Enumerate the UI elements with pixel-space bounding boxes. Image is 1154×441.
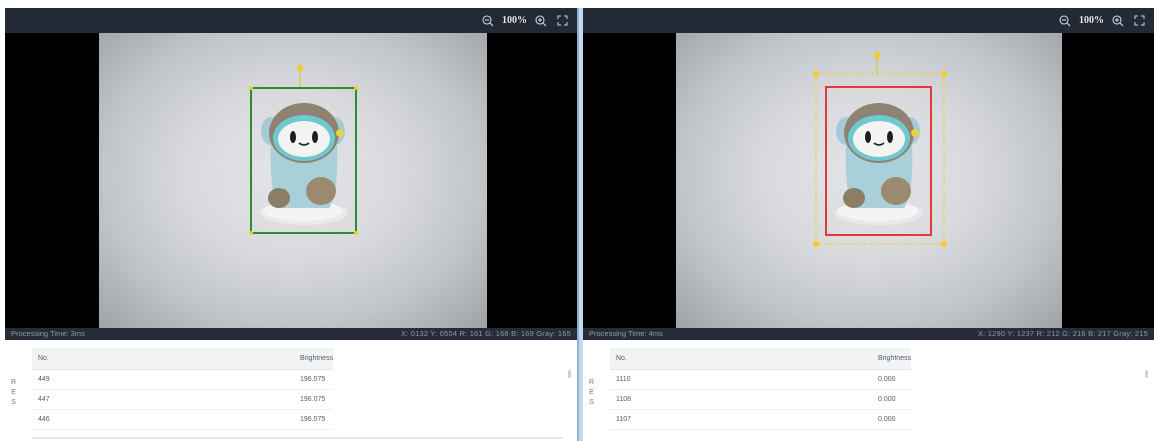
rotate-handle[interactable]	[874, 52, 880, 58]
column-header-brightness[interactable]: Brightness	[872, 348, 912, 370]
results-tab[interactable]: RES	[587, 378, 596, 408]
zoom-level: 100%	[502, 15, 527, 26]
cell-brightness: 0.000	[872, 369, 912, 390]
table-header-row: No. Brightness	[32, 348, 334, 370]
column-header-brightness[interactable]: Brightness	[294, 348, 334, 370]
right-image-viewer[interactable]	[583, 33, 1154, 328]
status-bar: Processing Time: 3ms X: 0132 Y: 0504 R: …	[5, 328, 577, 340]
cell-no: 446	[32, 409, 294, 430]
table-header-row: No. Brightness	[610, 348, 912, 370]
right-view-pane: 100% Processing Time: 4ms X: 1290 Y: 123…	[583, 8, 1154, 441]
zoom-in-icon[interactable]	[1111, 14, 1125, 28]
captured-image	[99, 33, 487, 328]
left-image-viewer[interactable]	[5, 33, 577, 328]
results-tab[interactable]: RES	[9, 378, 18, 408]
pixel-info: X: 0132 Y: 0504 R: 161 G: 166 B: 169 Gra…	[400, 329, 571, 338]
resize-handle[interactable]	[813, 241, 819, 247]
cell-brightness: 0.000	[872, 389, 912, 410]
cell-brightness: 196.075	[294, 409, 334, 430]
processing-time: Processing Time: 3ms	[11, 329, 85, 338]
vertical-scrollbar[interactable]	[1145, 370, 1148, 378]
cell-brightness: 0.000	[872, 409, 912, 430]
zoom-out-icon[interactable]	[481, 14, 495, 28]
right-toolbar: 100%	[583, 8, 1154, 33]
toy-figure-illustration	[249, 65, 358, 235]
zoom-level: 100%	[1079, 15, 1104, 26]
cell-no: 1108	[610, 389, 872, 410]
cell-brightness: 196.075	[294, 389, 334, 410]
column-header-no[interactable]: No.	[32, 348, 294, 370]
results-panel: RES No. Brightness 449 196.075 447 196.0…	[5, 340, 577, 441]
status-bar: Processing Time: 4ms X: 1290 Y: 1237 R: …	[583, 328, 1154, 340]
left-toolbar: 100%	[5, 8, 577, 33]
captured-image	[676, 33, 1062, 328]
table-row[interactable]: 1107 0.000	[610, 409, 912, 430]
cell-no: 449	[32, 369, 294, 390]
horizontal-scrollbar[interactable]	[32, 437, 563, 439]
results-table: No. Brightness 1110 0.000 1108 0.000 110…	[610, 348, 912, 430]
vertical-scrollbar[interactable]	[568, 370, 571, 378]
table-row[interactable]: 446 196.075	[32, 409, 334, 430]
left-zoom-controls: 100%	[481, 8, 569, 33]
zoom-in-icon[interactable]	[534, 14, 548, 28]
processing-time: Processing Time: 4ms	[589, 329, 663, 338]
cell-no: 1107	[610, 409, 872, 430]
pixel-info: X: 1290 Y: 1237 R: 212 G: 216 B: 217 Gra…	[977, 329, 1148, 338]
table-row[interactable]: 447 196.075	[32, 389, 334, 410]
table-row[interactable]: 1108 0.000	[610, 389, 912, 410]
column-header-no[interactable]: No.	[610, 348, 872, 370]
rotate-handle[interactable]	[297, 65, 303, 71]
results-table: No. Brightness 449 196.075 447 196.075 4…	[32, 348, 334, 430]
fullscreen-icon[interactable]	[555, 14, 569, 28]
fullscreen-icon[interactable]	[1132, 14, 1146, 28]
table-row[interactable]: 449 196.075	[32, 369, 334, 390]
resize-handle[interactable]	[941, 71, 947, 77]
right-zoom-controls: 100%	[1058, 8, 1146, 33]
cell-no: 1110	[610, 369, 872, 390]
zoom-out-icon[interactable]	[1058, 14, 1072, 28]
resize-handle[interactable]	[813, 71, 819, 77]
resize-handle[interactable]	[941, 241, 947, 247]
left-view-pane: 100% Processing Time: 3ms X: 0132 Y: 050…	[5, 8, 577, 441]
results-panel: RES No. Brightness 1110 0.000 1108 0.000	[583, 340, 1154, 441]
table-row[interactable]: 1110 0.000	[610, 369, 912, 390]
cell-brightness: 196.075	[294, 369, 334, 390]
cell-no: 447	[32, 389, 294, 410]
toy-figure-illustration	[813, 52, 947, 247]
